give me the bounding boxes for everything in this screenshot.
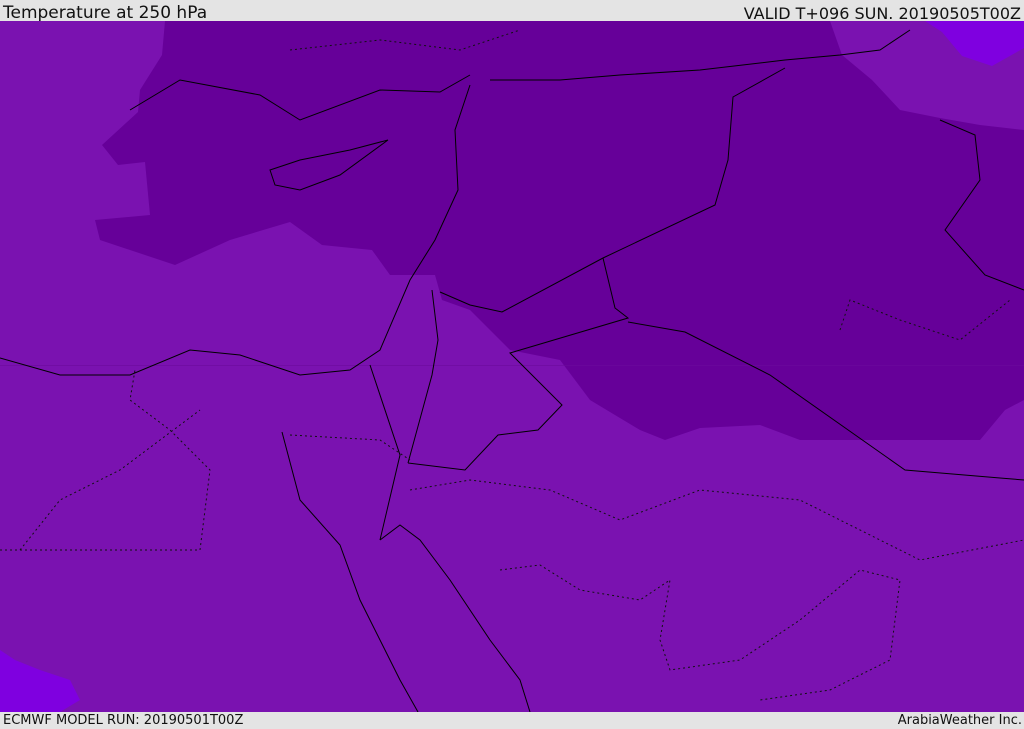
model-run-label: ECMWF MODEL RUN: 20190501T00Z <box>3 713 244 728</box>
footer-bar: ECMWF MODEL RUN: 20190501T00Z ArabiaWeat… <box>0 712 1024 729</box>
header-bar: Temperature at 250 hPa VALID T+096 SUN. … <box>0 0 1024 23</box>
map-title: Temperature at 250 hPa <box>3 3 208 23</box>
credit-label: ArabiaWeather Inc. <box>897 713 1022 728</box>
temperature-map <box>0 21 1024 712</box>
